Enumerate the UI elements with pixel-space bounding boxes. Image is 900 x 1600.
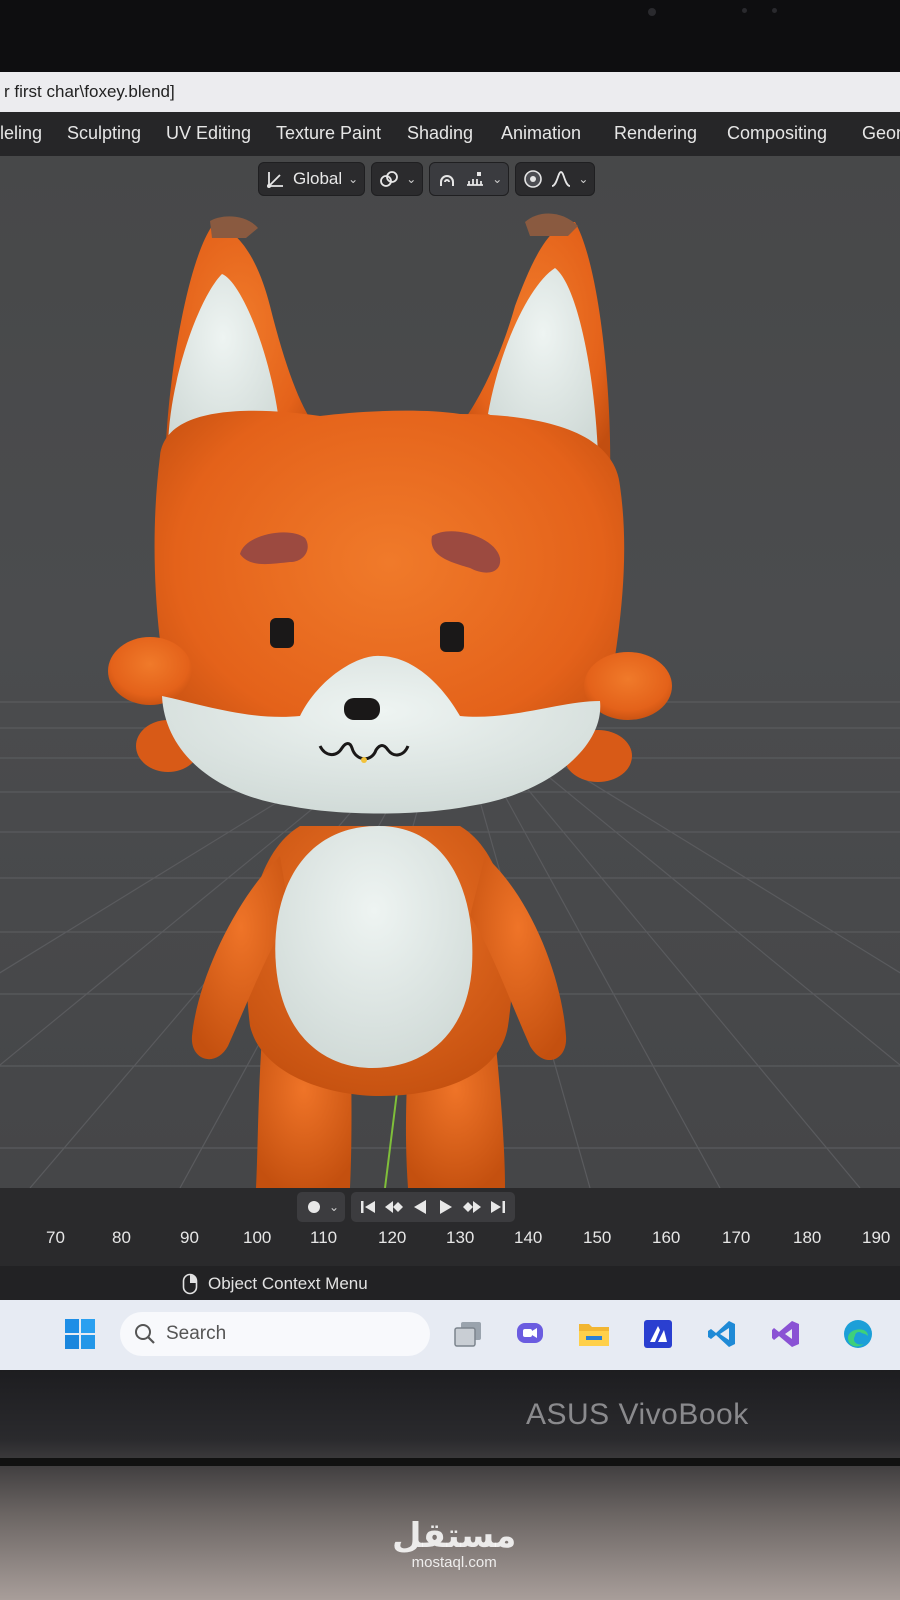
status-bar: Object Context Menu [0,1266,900,1300]
laptop-bezel [0,0,900,72]
record-dot-icon[interactable] [303,1196,325,1218]
tab-texture-paint[interactable]: Texture Paint [276,123,381,144]
tab-rendering[interactable]: Rendering [614,123,697,144]
file-explorer-icon[interactable] [576,1316,612,1352]
taskbar-search-box[interactable]: Search [120,1312,430,1356]
jump-to-end-icon[interactable] [487,1196,509,1218]
windows-taskbar: Search [0,1300,900,1370]
status-hint: Object Context Menu [182,1273,368,1295]
window-title: r first char\foxey.blend] [4,82,175,101]
fox-character-model[interactable] [0,156,900,1188]
status-hint-label: Object Context Menu [208,1274,368,1293]
tab-modeling[interactable]: leling [0,123,42,144]
laptop-brand-logo: ASUS VivoBook [526,1398,749,1431]
timeline-editor: ⌄ 70 80 90 100 110 120 130 140 150 160 1… [0,1188,900,1276]
teams-chat-icon[interactable] [512,1316,548,1352]
tab-compositing[interactable]: Compositing [727,123,827,144]
window-title-bar: r first char\foxey.blend] [0,72,900,112]
frame-label: 160 [652,1228,681,1247]
frame-label: 100 [243,1228,272,1247]
next-keyframe-icon[interactable] [461,1196,483,1218]
search-placeholder: Search [166,1323,227,1344]
3d-viewport[interactable]: Global ⌄ ⌄ ⌄ ⌄ [0,156,900,1188]
playback-controls: ⌄ [297,1192,516,1222]
laptop-hinge [0,1458,900,1466]
object-origin-dot [361,757,367,763]
frame-label: 140 [514,1228,543,1247]
sensor-dot [772,8,777,13]
keying-dropdown[interactable]: ⌄ [297,1192,346,1222]
frame-label: 70 [46,1228,65,1247]
mouse-right-click-icon [182,1273,198,1295]
vscode-icon[interactable] [704,1316,740,1352]
webcam-icon [648,8,656,16]
watermark-url: mostaql.com [411,1554,497,1571]
tab-shading[interactable]: Shading [407,123,473,144]
frame-label: 110 [310,1228,338,1247]
workspace-tab-bar: leling Sculpting UV Editing Texture Pain… [0,112,900,156]
play-reverse-icon[interactable] [409,1196,431,1218]
frame-label: 150 [583,1228,612,1247]
frame-label: 170 [722,1228,751,1247]
windows-start-icon[interactable] [62,1316,98,1352]
frame-label: 180 [793,1228,822,1247]
tab-uv-editing[interactable]: UV Editing [166,123,251,144]
play-icon[interactable] [435,1196,457,1218]
sensor-dot [742,8,747,13]
frame-label: 190 [862,1228,891,1247]
jump-to-start-icon[interactable] [357,1196,379,1218]
frame-label: 80 [112,1228,131,1247]
tab-sculpting[interactable]: Sculpting [67,123,141,144]
edge-icon[interactable] [840,1316,876,1352]
search-icon [135,1324,155,1344]
prev-keyframe-icon[interactable] [383,1196,405,1218]
frame-label: 130 [446,1228,475,1247]
chevron-down-icon: ⌄ [329,1200,340,1214]
tab-animation[interactable]: Animation [501,123,581,144]
visual-studio-icon[interactable] [768,1316,804,1352]
watermark-arabic: مستقل [392,1516,517,1556]
frame-label: 90 [180,1228,199,1247]
transport-group [351,1192,516,1222]
tab-geometry-nodes[interactable]: Geom [862,123,900,144]
task-view-icon[interactable] [450,1316,486,1352]
watermark: مستقل mostaql.com [392,1516,516,1571]
mathworks-icon[interactable] [640,1316,676,1352]
frame-label: 120 [378,1228,407,1247]
